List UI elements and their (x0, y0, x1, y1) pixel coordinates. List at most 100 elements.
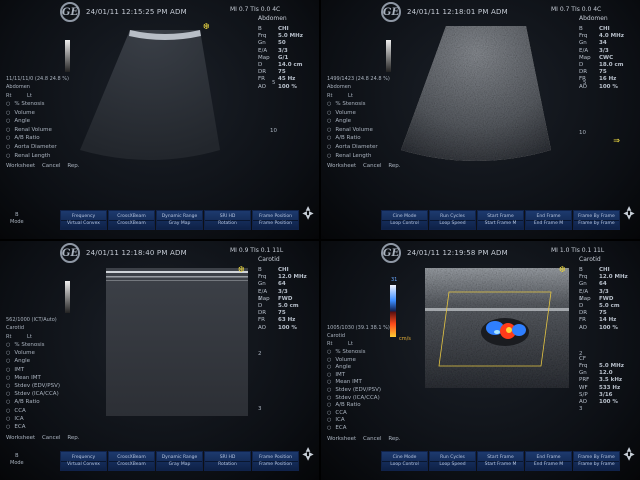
focus-marker-icon: ❆ (203, 22, 210, 31)
softkey-dynamic-range[interactable]: Dynamic Range Gray Map (156, 451, 203, 471)
calc-item[interactable]: Angle (327, 364, 381, 372)
ge-logo-icon: GE (381, 243, 401, 263)
softkey-sri-hd[interactable]: SRI HD Rotation (204, 210, 251, 230)
timestamp: 24/01/11 12:15:25 PM ADM (86, 8, 187, 16)
worksheet-row[interactable]: Worksheet Cancel Rep. (6, 435, 80, 441)
calc-item[interactable]: % Stenosis (327, 349, 381, 357)
calc-item[interactable]: Aorta Diameter (327, 143, 377, 152)
nav-arrows-icon[interactable]: ▲ ◀ ▶ ▼ (301, 447, 315, 462)
image-params: B CHI Frq 12.0 MHz Gn 64 E/A 3/3 Map FWD D 5.0… (579, 267, 628, 406)
softkey-frame-position[interactable]: Frame Position Frame Position (252, 210, 299, 230)
image-params: B CHI Frq 12.0 MHz Gn 64 E/A 3/3 Map FWD D 5.0… (258, 267, 307, 331)
softkey-frequency[interactable]: Frequency Virtual Convex (60, 210, 107, 230)
calc-item[interactable]: Stdev (EDV/PSV) (327, 387, 381, 395)
worksheet-row[interactable]: Worksheet Cancel Rep. (327, 436, 401, 442)
side-selector[interactable]: Rt Lt (6, 334, 32, 340)
panel-abdomen-1: GE 24/01/11 12:15:25 PM ADM MI 0.7 TIs 0… (0, 0, 319, 239)
calc-item[interactable]: A/B Ratio (327, 134, 378, 143)
softkey-frame-by-frame[interactable]: Frame By Frame Frame by Frame (573, 451, 620, 471)
ge-logo-icon: GE (60, 2, 80, 22)
calc-group: Carotid (6, 325, 25, 331)
panel-carotid-1: GE 24/01/11 12:18:40 PM ADM MI 0.9 TIs 0… (0, 241, 319, 480)
softkey-run-cycles[interactable]: Run Cycles Loop Speed (429, 210, 476, 230)
timestamp: 24/01/11 12:18:40 PM ADM (86, 249, 187, 257)
softkey-crossxbeam[interactable]: CrossXBeam CrossXBeam (108, 210, 155, 230)
grayscale-bar (65, 281, 70, 313)
calc-item[interactable]: Renal Volume (6, 126, 57, 135)
calc-item[interactable]: % Stenosis (6, 100, 57, 109)
calc-item[interactable]: Renal Volume (327, 126, 378, 135)
calc-item[interactable]: Renal Length (327, 152, 378, 161)
calc-item[interactable]: Stdev (ICA/CCA) (327, 395, 381, 403)
calc-item[interactable]: CCA (327, 410, 381, 418)
panel-abdomen-2: GE 24/01/11 12:18:01 PM ADM MI 0.7 TIs 0… (321, 0, 640, 239)
calc-item[interactable]: Volume (6, 349, 60, 357)
calc-item[interactable]: Aorta Diameter (6, 143, 56, 152)
calc-list[interactable]: % Stenosis Volume Angle IMT Mean IMT Std… (6, 341, 60, 431)
calc-list[interactable]: % Stenosis Volume Angle Renal Volume A/B… (6, 100, 57, 161)
calc-item[interactable]: Angle (6, 117, 57, 126)
side-selector[interactable]: Rt Lt (327, 93, 353, 99)
calc-item[interactable]: Angle (6, 357, 60, 365)
softkey-sri-hd[interactable]: SRI HD Rotation (204, 451, 251, 471)
calc-item[interactable]: % Stenosis (6, 341, 60, 349)
calc-group: Abdomen (6, 84, 30, 90)
mi-ti-readout: MI 0.9 TIs 0.1 11L (230, 247, 284, 254)
color-scale-top: 31 (391, 277, 398, 283)
nav-arrows-icon[interactable]: ▲ ◀ ▶ ▼ (622, 206, 636, 221)
nav-arrows-icon[interactable]: ▲ ◀ ▶ ▼ (301, 206, 315, 221)
soft-key-bar: Frequency Virtual Convex CrossXBeam CrossX… (60, 210, 299, 230)
softkey-cine-mode[interactable]: Cine Mode Loop Control (381, 451, 428, 471)
side-selector[interactable]: Rt Lt (6, 93, 32, 99)
mode-tag: B Mode (10, 212, 24, 225)
softkey-run-cycles[interactable]: Run Cycles Loop Speed (429, 451, 476, 471)
focus-marker-icon: ❆ (238, 265, 245, 274)
calc-item[interactable]: Stdev (EDV/PSV) (6, 382, 60, 390)
softkey-cine-mode[interactable]: Cine Mode Loop Control (381, 210, 428, 230)
mode-line: 11/11/11/0 (24.8 24.8 %) (6, 76, 70, 82)
timestamp: 24/01/11 12:18:01 PM ADM (407, 8, 508, 16)
calc-item[interactable]: Mean IMT (6, 374, 60, 382)
calc-item[interactable]: % Stenosis (327, 100, 378, 109)
calc-item[interactable]: Volume (6, 109, 57, 118)
softkey-end-frame[interactable]: End Frame End Frame M (525, 210, 572, 230)
timestamp: 24/01/11 12:19:58 PM ADM (407, 249, 508, 257)
nav-arrows-icon[interactable]: ▲ ◀ ▶ ▼ (622, 447, 636, 462)
calc-item[interactable]: IMT (327, 372, 381, 380)
calc-item[interactable]: ICA (6, 415, 60, 423)
preset-label: Abdomen (579, 15, 608, 22)
worksheet-row[interactable]: Worksheet Cancel Rep. (327, 163, 401, 169)
mode-line: 1499/1423 (24.8 24.8 %) (327, 76, 390, 82)
side-selector[interactable]: Rt Lt (327, 341, 353, 347)
ultrasound-linear-image (106, 268, 248, 416)
calc-item[interactable]: IMT (6, 366, 60, 374)
softkey-start-frame[interactable]: Start Frame Start Frame M (477, 451, 524, 471)
worksheet-row[interactable]: Worksheet Cancel Rep. (6, 163, 80, 169)
panel-carotid-doppler: GE 24/01/11 12:19:58 PM ADM MI 1.0 TIs 0… (321, 241, 640, 480)
softkey-frame-position[interactable]: Frame Position Frame Position (252, 451, 299, 471)
softkey-frame-by-frame[interactable]: Frame By Frame Frame by Frame (573, 210, 620, 230)
calc-item[interactable]: Stdev (ICA/CCA) (6, 390, 60, 398)
calc-list[interactable]: % Stenosis Volume Angle Renal Volume A/B… (327, 100, 378, 161)
calc-item[interactable]: ECA (327, 425, 381, 433)
soft-key-bar: Cine Mode Loop Control Run Cycles Loop Spe… (381, 451, 620, 471)
softkey-frequency[interactable]: Frequency Virtual Convex (60, 451, 107, 471)
image-params: B CHI Frq 5.0 MHz Gn 50 E/A 3/3 Map G/1 D 14.0… (258, 26, 303, 90)
calc-item[interactable]: Volume (327, 357, 381, 365)
softkey-end-frame[interactable]: End Frame End Frame M (525, 451, 572, 471)
color-velocity-bar (390, 285, 396, 337)
softkey-crossxbeam[interactable]: CrossXBeam CrossXBeam (108, 451, 155, 471)
calc-item[interactable]: ECA (6, 423, 60, 431)
calc-item[interactable]: Angle (327, 117, 378, 126)
calc-item[interactable]: A/B Ratio (6, 398, 60, 406)
calc-item[interactable]: A/B Ratio (6, 134, 57, 143)
calc-item[interactable]: Volume (327, 109, 378, 118)
calc-item[interactable]: Mean IMT (327, 379, 381, 387)
calc-item[interactable]: ICA (327, 417, 381, 425)
calc-list[interactable]: % Stenosis Volume Angle IMT Mean IMT Std… (327, 349, 381, 433)
calc-item[interactable]: A/B Ratio (327, 402, 381, 410)
calc-item[interactable]: CCA (6, 407, 60, 415)
softkey-dynamic-range[interactable]: Dynamic Range Gray Map (156, 210, 203, 230)
calc-item[interactable]: Renal Length (6, 152, 57, 161)
softkey-start-frame[interactable]: Start Frame Start Frame M (477, 210, 524, 230)
